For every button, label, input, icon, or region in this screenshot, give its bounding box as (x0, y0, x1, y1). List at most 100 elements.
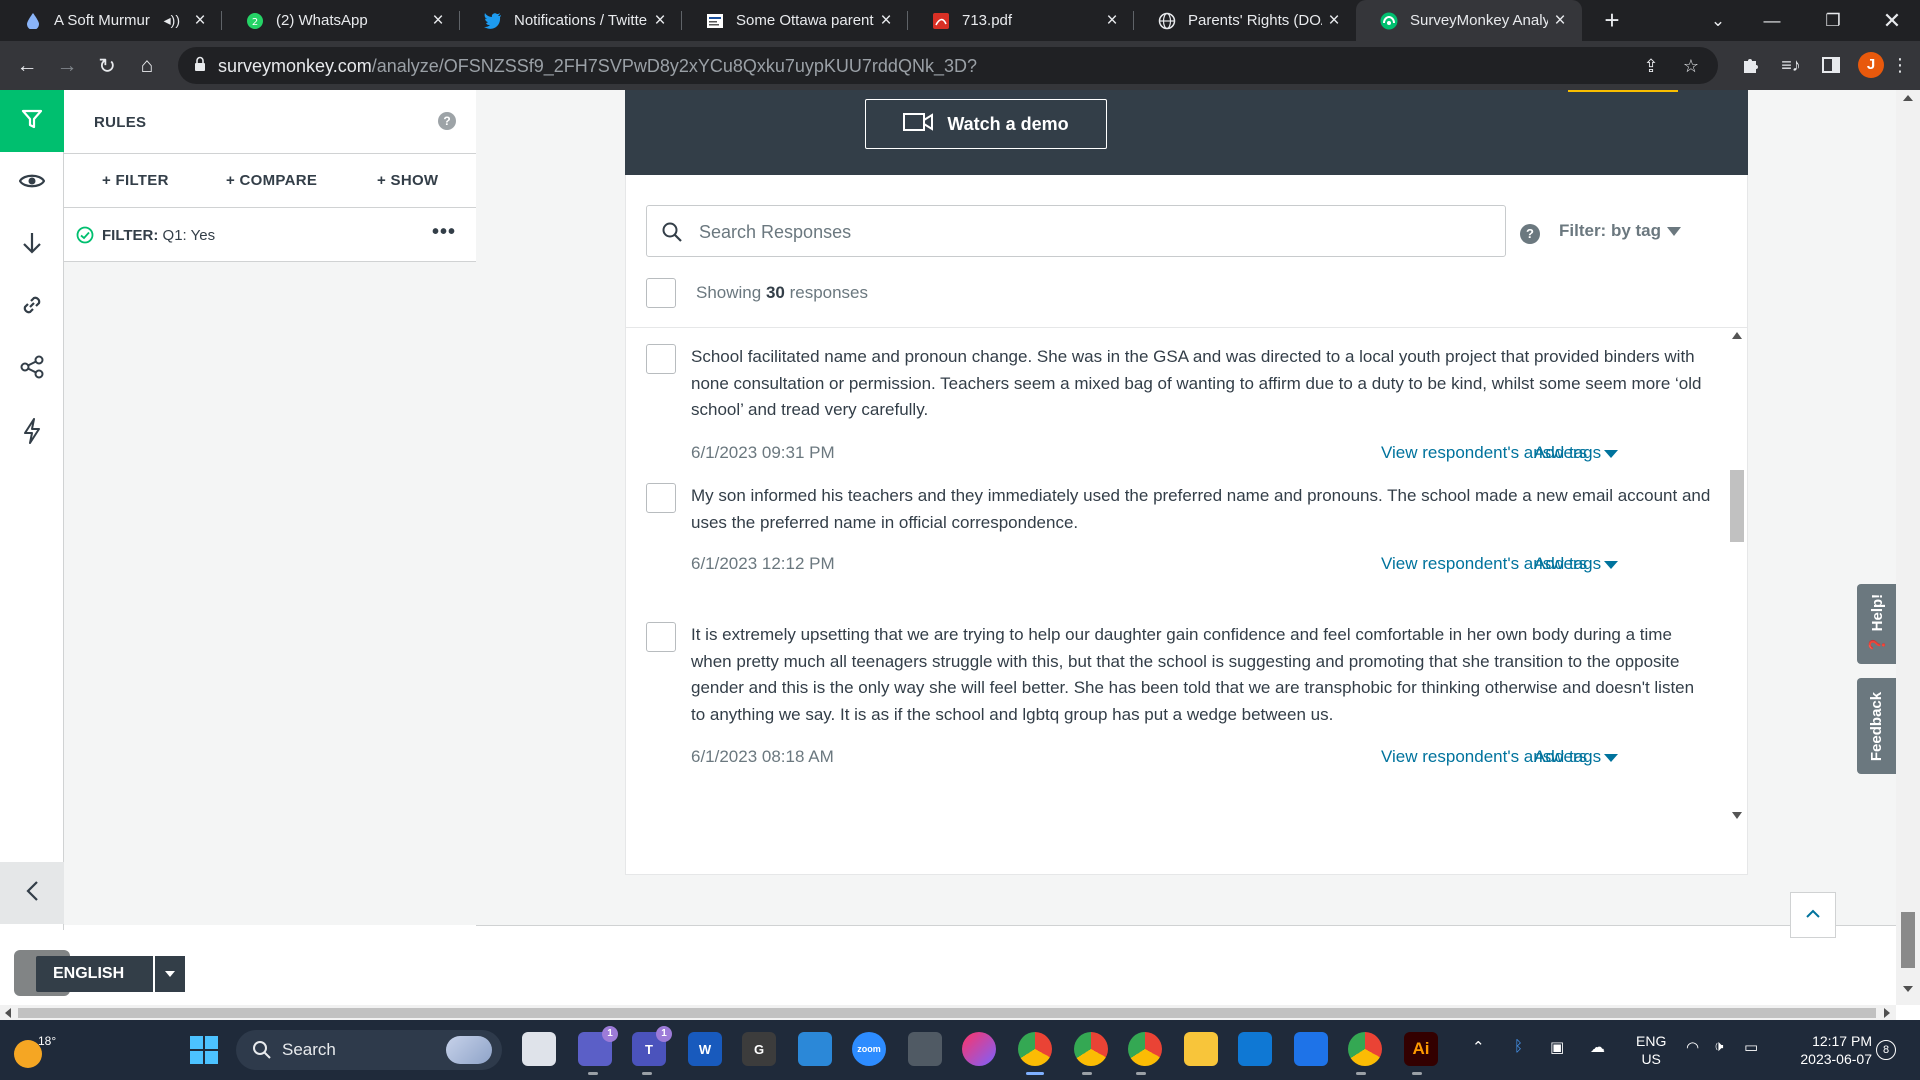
taskbar-search[interactable]: Search (236, 1030, 502, 1070)
rail-share-button[interactable] (0, 338, 64, 400)
back-arrow-icon[interactable]: ← (10, 49, 44, 83)
chrome-profile-3-icon[interactable] (1128, 1032, 1162, 1066)
add-tags-dropdown[interactable]: Add tags (1534, 443, 1619, 463)
extensions-puzzle-icon[interactable] (1734, 48, 1768, 82)
tab-soft-murmur[interactable]: A Soft Murmur ◂)) × (0, 0, 222, 41)
share-page-icon[interactable]: ⇪ (1640, 55, 1662, 77)
add-filter-button[interactable]: + FILTER (102, 172, 169, 189)
folder-icon[interactable] (1184, 1032, 1218, 1066)
language-selector[interactable]: ENGLISH (14, 950, 185, 996)
close-icon[interactable]: × (1548, 10, 1572, 32)
profile-avatar[interactable]: J (1854, 48, 1888, 82)
close-icon[interactable]: × (1100, 10, 1124, 32)
filter-help-icon[interactable]: ? (1520, 224, 1540, 244)
restore-icon[interactable]: ❐ (1805, 0, 1861, 41)
active-filter-row[interactable]: FILTER: Q1: Yes ••• (64, 208, 476, 262)
close-icon[interactable]: × (874, 10, 898, 32)
response-checkbox[interactable] (646, 344, 676, 374)
lock-icon[interactable] (194, 56, 210, 74)
zoom-icon[interactable]: zoom (852, 1032, 886, 1066)
reload-icon[interactable]: ↻ (90, 49, 124, 83)
add-tags-dropdown[interactable]: Add tags (1534, 747, 1619, 767)
add-tags-dropdown[interactable]: Add tags (1534, 554, 1619, 574)
chrome-profile-4-icon[interactable] (1348, 1032, 1382, 1066)
help-tab[interactable]: ❓ Help! (1857, 584, 1897, 664)
back-to-top-button[interactable] (1790, 892, 1836, 938)
address-bar[interactable]: surveymonkey.com/analyze/OFSNZSSf9_2FH7S… (178, 47, 1718, 84)
tab-parents-rights[interactable]: Parents' Rights (DOA) × (1134, 0, 1356, 41)
scroll-left-arrow-icon[interactable] (5, 1008, 11, 1018)
calendar-icon[interactable] (1294, 1032, 1328, 1066)
collapse-sidebar-button[interactable] (0, 862, 64, 924)
add-compare-button[interactable]: + COMPARE (226, 172, 317, 189)
search-responses-box[interactable] (646, 205, 1506, 257)
chrome-profile-2-icon[interactable] (1074, 1032, 1108, 1066)
add-show-button[interactable]: + SHOW (377, 172, 438, 189)
scroll-right-arrow-icon[interactable] (1884, 1008, 1890, 1018)
tab-twitter[interactable]: Notifications / Twitter × (460, 0, 682, 41)
close-icon[interactable]: × (426, 10, 450, 32)
bookmark-star-icon[interactable]: ☆ (1680, 55, 1702, 77)
input-language[interactable]: ENG US (1636, 1032, 1666, 1068)
tab-surveymonkey[interactable]: SurveyMonkey Analyz × (1356, 0, 1582, 41)
system-clock[interactable]: 12:17 PM 2023-06-07 (1776, 1032, 1872, 1068)
battery-icon[interactable]: ▭ (1744, 1038, 1758, 1056)
language-label[interactable]: ENGLISH (36, 956, 153, 992)
speaker-icon[interactable]: ◂)) (164, 12, 180, 29)
language-dropdown-arrow[interactable] (155, 956, 185, 992)
chrome-icon[interactable] (1018, 1032, 1052, 1066)
watch-demo-button[interactable]: Watch a demo (865, 99, 1107, 149)
illustrator-icon[interactable]: Ai (1404, 1032, 1438, 1066)
search-responses-input[interactable] (699, 217, 1479, 247)
rail-link-button[interactable] (0, 276, 64, 338)
rail-view-button[interactable] (0, 152, 64, 214)
filter-by-tag-dropdown[interactable]: Filter: by tag (1559, 221, 1682, 241)
minimize-icon[interactable]: — (1744, 0, 1800, 41)
help-icon[interactable]: ? (438, 112, 456, 130)
page-horizontal-scrollbar[interactable] (0, 1005, 1896, 1020)
more-options-icon[interactable]: ••• (432, 221, 456, 244)
scroll-up-arrow-icon[interactable] (1903, 95, 1913, 101)
response-checkbox[interactable] (646, 622, 676, 652)
tab-pdf[interactable]: 713.pdf × (908, 0, 1134, 41)
tab-search-chevron-icon[interactable]: ⌄ (1690, 0, 1746, 41)
app-g-icon[interactable]: G (742, 1032, 776, 1066)
new-tab-button[interactable]: + (1584, 0, 1640, 41)
teams-tray-icon[interactable]: ▣ (1550, 1038, 1564, 1056)
calculator-grid-icon[interactable] (798, 1032, 832, 1066)
rail-filter-button[interactable] (0, 90, 64, 152)
scroll-thumb[interactable] (18, 1008, 1876, 1018)
responses-scrollbar[interactable] (1728, 328, 1746, 824)
close-icon[interactable]: × (188, 10, 212, 32)
rail-download-button[interactable] (0, 214, 64, 276)
notification-badge[interactable]: 8 (1876, 1040, 1896, 1060)
home-icon[interactable]: ⌂ (130, 49, 164, 83)
calculator-icon[interactable] (908, 1032, 942, 1066)
scroll-up-arrow-icon[interactable] (1732, 332, 1742, 339)
tray-chevron-up-icon[interactable]: ⌃ (1472, 1038, 1485, 1056)
tab-whatsapp[interactable]: 2 (2) WhatsApp × (222, 0, 460, 41)
browser-menu-icon[interactable]: ⋮ (1888, 48, 1912, 82)
weather-widget[interactable]: 18° (14, 1034, 56, 1068)
mail-icon[interactable] (1238, 1032, 1272, 1066)
wifi-icon[interactable]: ◠ (1686, 1038, 1699, 1056)
scroll-down-arrow-icon[interactable] (1732, 812, 1742, 819)
close-window-icon[interactable]: ✕ (1864, 0, 1920, 41)
windows-start-icon[interactable] (190, 1036, 218, 1064)
select-all-checkbox[interactable] (646, 278, 676, 308)
scroll-thumb[interactable] (1730, 470, 1744, 542)
forward-arrow-icon[interactable]: → (50, 49, 84, 83)
rail-automation-button[interactable] (0, 402, 64, 464)
onedrive-cloud-icon[interactable]: ☁ (1590, 1038, 1605, 1056)
side-panel-icon[interactable] (1814, 48, 1848, 82)
word-icon[interactable]: W (688, 1032, 722, 1066)
bluetooth-icon[interactable]: ᛒ (1514, 1038, 1523, 1055)
file-explorer-window-icon[interactable] (522, 1032, 556, 1066)
teams-icon[interactable]: 1 (578, 1026, 618, 1066)
response-checkbox[interactable] (646, 483, 676, 513)
close-icon[interactable]: × (1322, 10, 1346, 32)
media-queue-icon[interactable]: ≡♪ (1774, 48, 1808, 82)
feedback-tab[interactable]: Feedback (1857, 678, 1897, 774)
volume-icon[interactable]: 🕩 (1714, 1038, 1723, 1055)
close-icon[interactable]: × (648, 10, 672, 32)
